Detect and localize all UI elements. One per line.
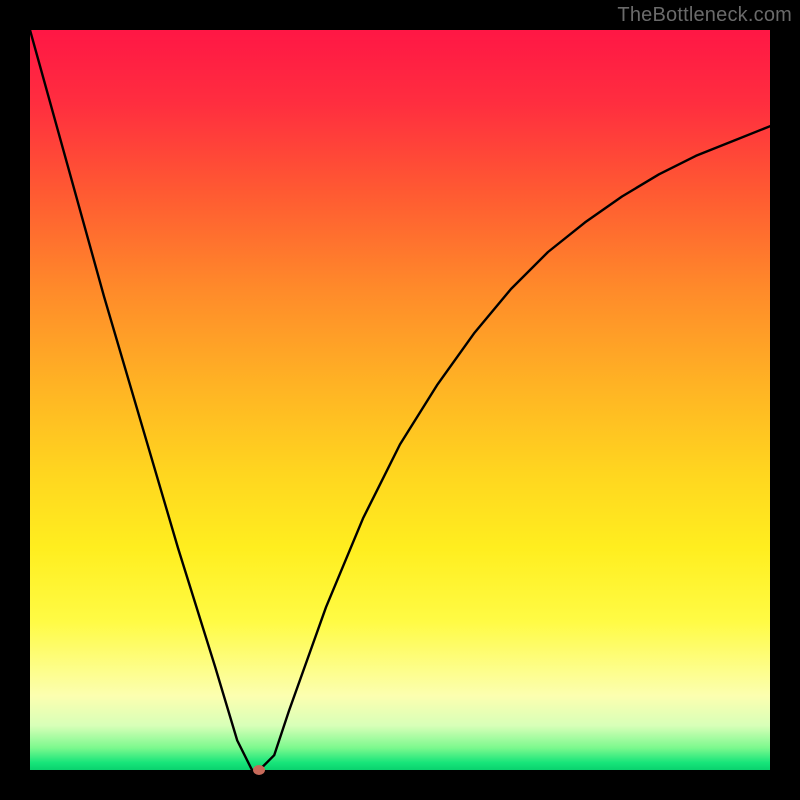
optimal-point-marker xyxy=(253,765,265,775)
chart-plot-area xyxy=(30,30,770,770)
watermark-text: TheBottleneck.com xyxy=(617,4,792,27)
bottleneck-curve xyxy=(30,30,770,770)
chart-container: TheBottleneck.com xyxy=(0,0,800,800)
